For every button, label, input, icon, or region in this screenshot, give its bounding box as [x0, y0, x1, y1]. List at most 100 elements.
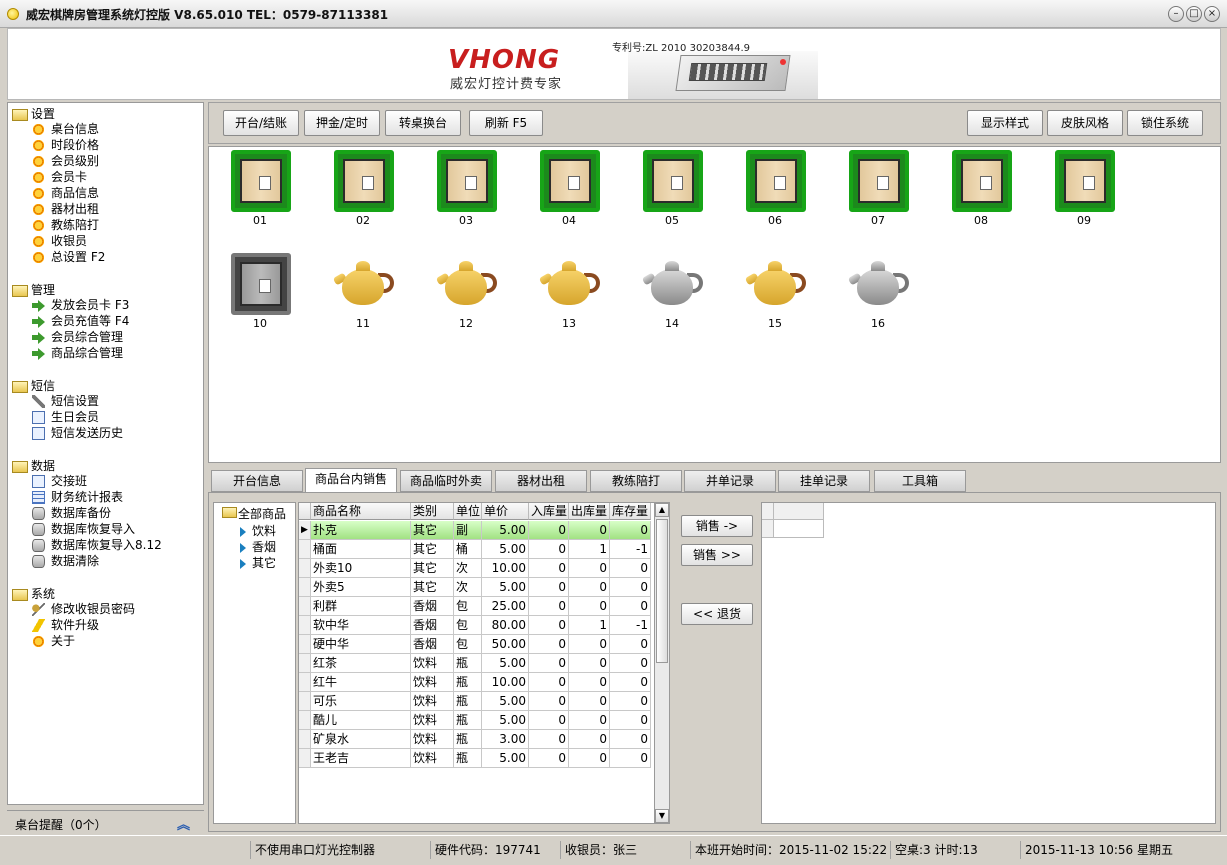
table-cell[interactable]: 0 — [610, 597, 651, 616]
table-cell[interactable]: 50.00 — [482, 635, 529, 654]
table-cell[interactable]: 0 — [610, 692, 651, 711]
lock-system-button[interactable]: 锁住系统 — [1127, 110, 1203, 136]
row-indicator[interactable] — [299, 597, 311, 616]
row-indicator[interactable] — [299, 730, 311, 749]
row-indicator[interactable] — [299, 540, 311, 559]
row-pointer-icon[interactable]: ▶ — [299, 521, 311, 540]
table-cell[interactable]: 红茶 — [311, 654, 411, 673]
sidebar-item[interactable]: 短信发送历史 — [32, 425, 123, 441]
table-cell[interactable]: 10.00 — [482, 673, 529, 692]
table-cell[interactable]: 桶 — [454, 540, 482, 559]
sidebar-item[interactable]: 财务统计报表 — [32, 489, 123, 505]
table-cell[interactable]: 硬中华 — [311, 635, 411, 654]
table-cell[interactable]: 0 — [529, 692, 569, 711]
product-table-scrollbar[interactable]: ▲ ▼ — [654, 502, 670, 824]
sidebar-item[interactable]: 会员卡 — [32, 169, 87, 185]
table-cell[interactable]: 5.00 — [482, 692, 529, 711]
column-header[interactable]: 单价 — [482, 503, 529, 520]
sidebar-item[interactable]: 教练陪打 — [32, 217, 99, 233]
transfer-table-button[interactable]: 转桌换台 — [385, 110, 461, 136]
table-cell[interactable]: 外卖10 — [311, 559, 411, 578]
table-tile[interactable]: 03 — [436, 150, 498, 230]
sidebar-item[interactable]: 数据库恢复导入8.12 — [32, 537, 162, 553]
table-cell[interactable]: 瓶 — [454, 730, 482, 749]
sell-one-button[interactable]: 销售 -> — [681, 515, 753, 537]
sidebar-item[interactable]: 桌台信息 — [32, 121, 99, 137]
tab[interactable]: 并单记录 — [684, 470, 776, 492]
table-cell[interactable]: 0 — [610, 578, 651, 597]
table-cell[interactable]: 瓶 — [454, 654, 482, 673]
row-indicator[interactable] — [299, 654, 311, 673]
table-cell[interactable]: 可乐 — [311, 692, 411, 711]
table-cell[interactable]: 瓶 — [454, 711, 482, 730]
category-item[interactable]: 香烟 — [240, 538, 276, 555]
table-cell[interactable]: 0 — [610, 673, 651, 692]
open-close-button[interactable]: 开台/结账 — [223, 110, 299, 136]
sidebar-item[interactable]: 会员级别 — [32, 153, 99, 169]
table-cell[interactable]: 3.00 — [482, 730, 529, 749]
minimize-icon[interactable]: – — [1168, 6, 1184, 22]
table-cell[interactable]: 其它 — [411, 521, 454, 540]
column-header[interactable]: 出库量 — [569, 503, 610, 520]
column-header[interactable]: 类别 — [411, 503, 454, 520]
table-cell[interactable]: 利群 — [311, 597, 411, 616]
row-indicator[interactable] — [299, 635, 311, 654]
table-cell[interactable]: 0 — [569, 521, 610, 540]
table-cell[interactable]: 0 — [610, 711, 651, 730]
table-cell[interactable]: 包 — [454, 616, 482, 635]
column-header[interactable]: 入库量 — [529, 503, 569, 520]
table-cell[interactable]: 饮料 — [411, 730, 454, 749]
sidebar-item[interactable]: 器材出租 — [32, 201, 99, 217]
row-indicator[interactable] — [299, 749, 311, 768]
table-cell[interactable]: 5.00 — [482, 711, 529, 730]
table-cell[interactable]: 饮料 — [411, 673, 454, 692]
table-cell[interactable]: 5.00 — [482, 654, 529, 673]
sidebar-item[interactable]: 短信设置 — [32, 393, 99, 409]
sidebar-item[interactable]: 关于 — [32, 633, 75, 649]
row-indicator[interactable] — [299, 692, 311, 711]
table-tile[interactable]: 06 — [745, 150, 807, 230]
table-cell[interactable]: 0 — [569, 692, 610, 711]
tab[interactable]: 教练陪打 — [590, 470, 682, 492]
table-cell[interactable]: 王老吉 — [311, 749, 411, 768]
sidebar-item[interactable]: 数据库恢复导入 — [32, 521, 135, 537]
table-cell[interactable]: -1 — [610, 540, 651, 559]
table-cell[interactable]: 5.00 — [482, 521, 529, 540]
table-cell[interactable]: 饮料 — [411, 654, 454, 673]
table-cell[interactable]: 矿泉水 — [311, 730, 411, 749]
table-cell[interactable]: 饮料 — [411, 711, 454, 730]
table-cell[interactable]: 其它 — [411, 540, 454, 559]
table-tile[interactable]: 01 — [230, 150, 292, 230]
table-cell[interactable]: 红牛 — [311, 673, 411, 692]
table-cell[interactable]: 其它 — [411, 559, 454, 578]
column-header[interactable]: 单位 — [454, 503, 482, 520]
table-cell[interactable]: 0 — [529, 635, 569, 654]
tab[interactable]: 开台信息 — [211, 470, 303, 492]
table-cell[interactable]: 0 — [569, 654, 610, 673]
table-cell[interactable]: 其它 — [411, 578, 454, 597]
sidebar-group[interactable]: 系统 — [12, 585, 55, 601]
table-tile[interactable]: 05 — [642, 150, 704, 230]
row-indicator[interactable] — [299, 559, 311, 578]
table-cell[interactable]: 0 — [529, 616, 569, 635]
table-reminder-bar[interactable]: 桌台提醒（0个） ︽ — [7, 810, 204, 834]
table-cell[interactable]: 包 — [454, 597, 482, 616]
sidebar-item[interactable]: 交接班 — [32, 473, 87, 489]
table-cell[interactable]: 瓶 — [454, 673, 482, 692]
table-cell[interactable]: 桶面 — [311, 540, 411, 559]
scroll-up-icon[interactable]: ▲ — [655, 503, 669, 517]
row-indicator[interactable] — [299, 673, 311, 692]
table-cell[interactable]: 次 — [454, 578, 482, 597]
table-cell[interactable]: 次 — [454, 559, 482, 578]
table-cell[interactable]: 0 — [569, 559, 610, 578]
table-cell[interactable]: 0 — [529, 711, 569, 730]
sidebar-item[interactable]: 时段价格 — [32, 137, 99, 153]
table-cell[interactable]: 饮料 — [411, 692, 454, 711]
sidebar-group[interactable]: 设置 — [12, 105, 55, 121]
table-cell[interactable]: 0 — [569, 749, 610, 768]
tab[interactable]: 器材出租 — [495, 470, 587, 492]
sidebar-group[interactable]: 管理 — [12, 281, 55, 297]
table-cell[interactable]: 0 — [529, 540, 569, 559]
tab[interactable]: 挂单记录 — [778, 470, 870, 492]
table-cell[interactable]: 0 — [610, 521, 651, 540]
